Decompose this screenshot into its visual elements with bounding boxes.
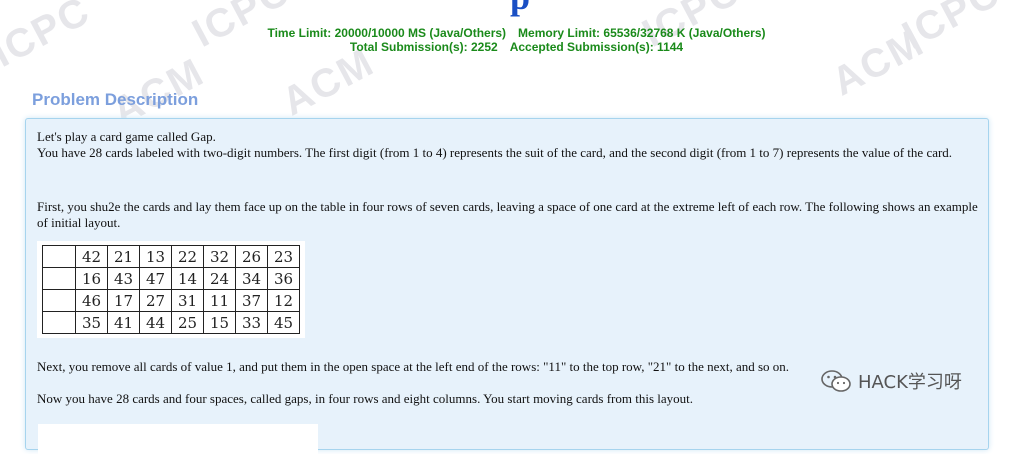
card-cell: 14 (171, 267, 204, 290)
card-cell: 27 (139, 289, 172, 312)
intro-line: Let's play a card game called Gap. (37, 129, 216, 144)
card-cell: 37 (235, 289, 268, 312)
table-row: 16 43 47 14 24 34 36 (42, 267, 300, 290)
intro-rest: You have 28 cards labeled with two-digit… (37, 145, 953, 160)
problem-description-panel: Let's play a card game called Gap. You h… (25, 118, 989, 454)
table-row: 35 41 44 25 15 33 45 (42, 311, 300, 334)
description-paragraph-2: First, you shu2e the cards and lay them … (37, 199, 978, 230)
section-title: Problem Description (32, 90, 199, 109)
card-cell: 12 (267, 289, 300, 312)
problem-title-fragment: p (510, 0, 530, 18)
next-figure-top (38, 424, 318, 454)
gap-cell (42, 311, 76, 334)
card-cell: 43 (107, 267, 140, 290)
card-cell: 42 (75, 245, 108, 268)
gap-cell (42, 289, 76, 312)
card-cell: 33 (235, 311, 268, 334)
card-cell: 36 (267, 267, 300, 290)
table-row: 46 17 27 31 11 37 12 (42, 289, 300, 312)
brand-watermark: HACK学习呀 (820, 368, 962, 394)
card-cell: 21 (107, 245, 140, 268)
card-cell: 32 (203, 245, 236, 268)
card-cell: 46 (75, 289, 108, 312)
card-cell: 41 (107, 311, 140, 334)
memory-limit: Memory Limit: 65536/32768 K (Java/Others… (518, 26, 766, 40)
card-cell: 11 (203, 289, 236, 312)
table-row: 42 21 13 22 32 26 23 (42, 245, 300, 268)
time-limit: Time Limit: 20000/10000 MS (Java/Others) (267, 26, 507, 40)
card-cell: 45 (267, 311, 300, 334)
card-layout-figure: 42 21 13 22 32 26 23 16 43 47 14 24 34 36 46 17 27 31 11 37… (37, 241, 305, 338)
card-cell: 24 (203, 267, 236, 290)
card-cell: 15 (203, 311, 236, 334)
card-cell: 26 (235, 245, 268, 268)
card-cell: 22 (171, 245, 204, 268)
gap-cell (42, 245, 76, 268)
accepted-submissions: Accepted Submission(s): 1144 (509, 40, 684, 54)
card-cell: 17 (107, 289, 140, 312)
card-cell: 13 (139, 245, 172, 268)
card-cell: 34 (235, 267, 268, 290)
card-cell: 16 (75, 267, 108, 290)
card-cell: 44 (139, 311, 172, 334)
card-cell: 25 (171, 311, 204, 334)
card-cell: 23 (267, 245, 300, 268)
card-cell: 31 (171, 289, 204, 312)
description-paragraph-1: Let's play a card game called Gap. You h… (37, 129, 982, 161)
total-submissions: Total Submission(s): 2252 (349, 40, 498, 54)
wechat-icon (821, 370, 851, 392)
card-cell: 47 (139, 267, 172, 290)
card-cell: 35 (75, 311, 108, 334)
card-layout-table: 42 21 13 22 32 26 23 16 43 47 14 24 34 36 46 17 27 31 11 37… (42, 245, 300, 334)
gap-cell (42, 267, 76, 290)
brand-label: HACK学习呀 (858, 372, 962, 393)
problem-limits: Time Limit: 20000/10000 MS (Java/Others)… (0, 26, 1033, 54)
